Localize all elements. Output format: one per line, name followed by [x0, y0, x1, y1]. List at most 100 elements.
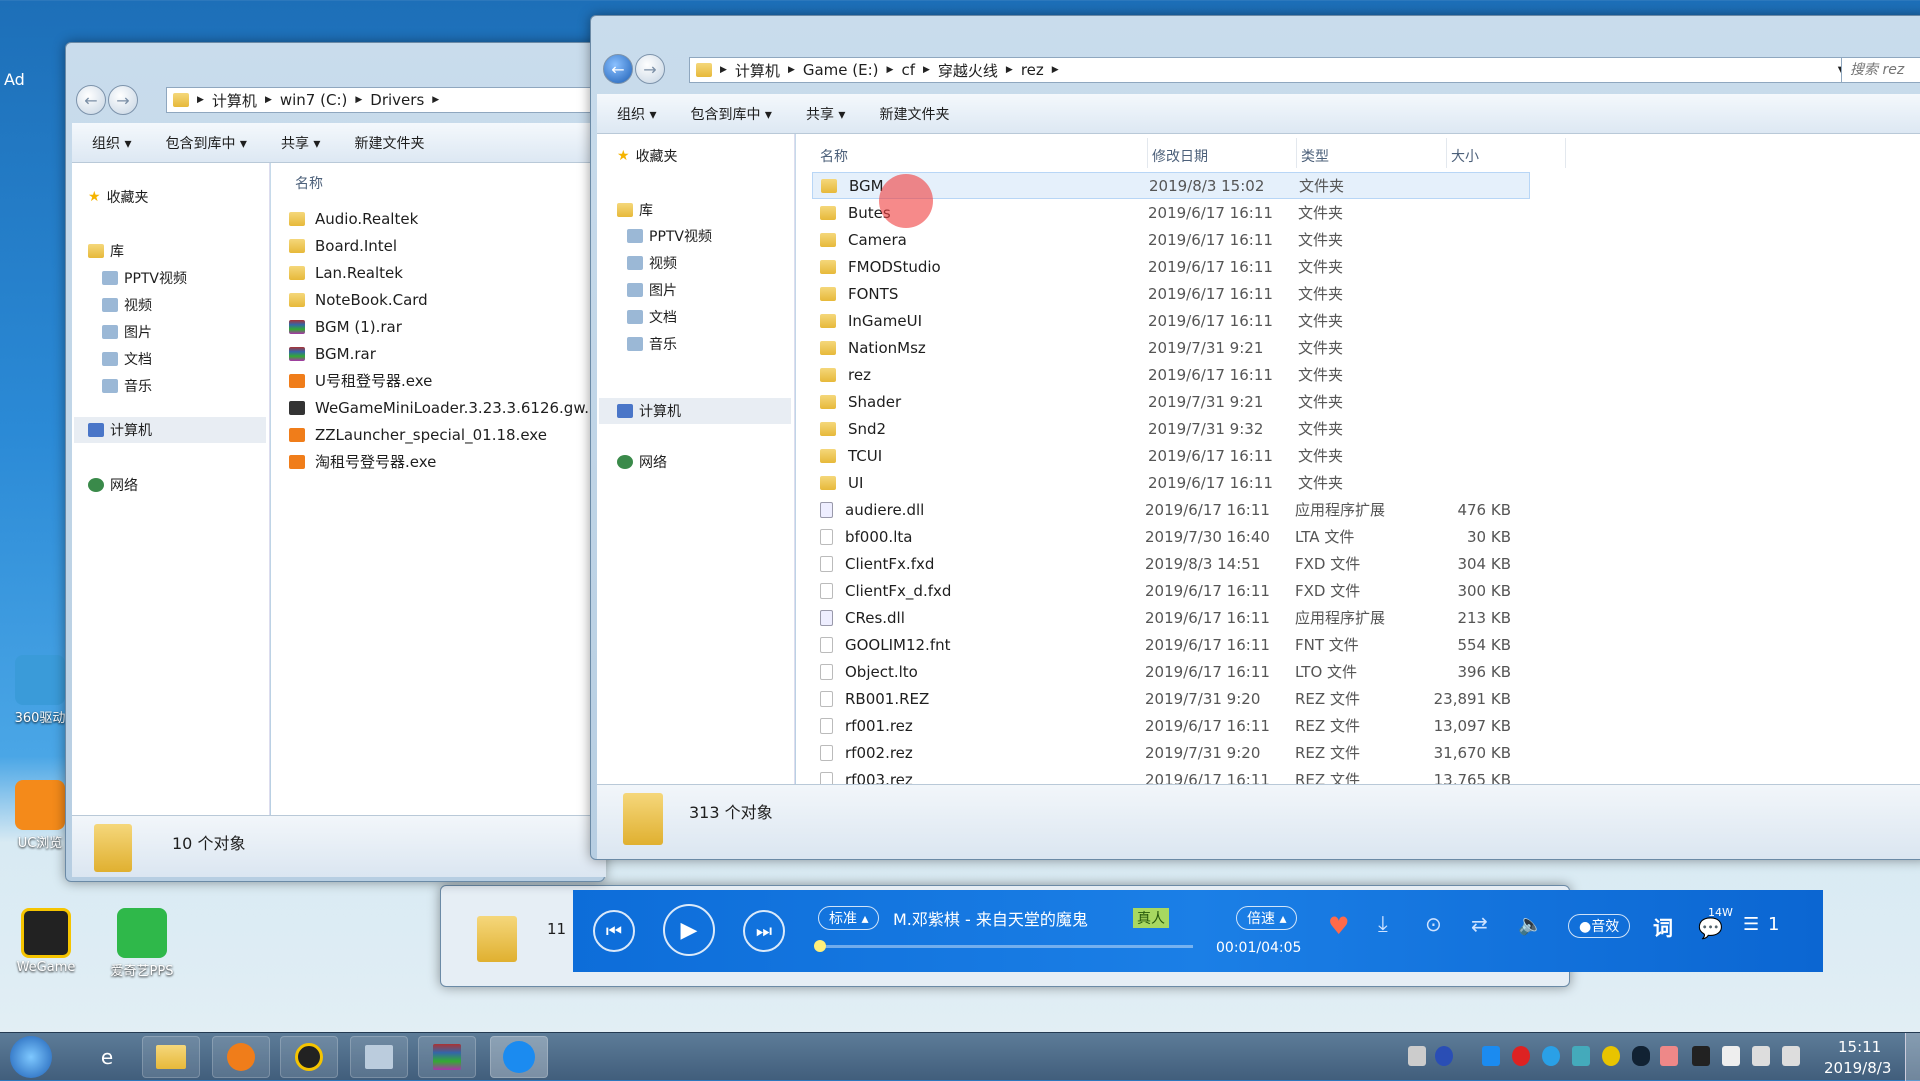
column-header-name[interactable]: 名称 [295, 173, 323, 193]
file-row[interactable]: UI 2019/6/17 16:11 文件夹 [812, 469, 1530, 496]
clock-date[interactable]: 2019/8/3 [1824, 1059, 1891, 1077]
nav-favorites[interactable]: ★ 收藏夹 [88, 187, 149, 207]
taskbar-notepad-icon[interactable] [350, 1036, 408, 1078]
file-row[interactable]: ClientFx.fxd 2019/8/3 14:51 FXD 文件 304 KB [812, 550, 1530, 577]
address-bar[interactable]: ▶ 计算机 ▶ win7 (C:) ▶ Drivers ▶ [166, 87, 616, 113]
start-button[interactable] [10, 1036, 52, 1078]
new-folder-button[interactable]: 新建文件夹 [879, 104, 949, 124]
file-row[interactable]: Camera 2019/6/17 16:11 文件夹 [812, 226, 1530, 253]
file-row[interactable]: ZZLauncher_special_01.18.exe [289, 421, 547, 448]
clock-time[interactable]: 15:11 [1838, 1038, 1881, 1056]
back-button[interactable]: ← [603, 54, 633, 84]
file-row[interactable]: ClientFx_d.fxd 2019/6/17 16:11 FXD 文件 300 K… [812, 577, 1530, 604]
file-row[interactable]: bf000.lta 2019/7/30 16:40 LTA 文件 30 KB [812, 523, 1530, 550]
file-row[interactable]: RB001.REZ 2019/7/31 9:20 REZ 文件 23,891 KB [812, 685, 1530, 712]
taskbar-kugou-icon[interactable] [490, 1036, 548, 1078]
breadcrumb-item[interactable]: cf [901, 61, 915, 79]
file-row[interactable]: rf003.rez 2019/6/17 16:11 REZ 文件 13,765 KB [812, 766, 1530, 784]
taskbar-wegame-icon[interactable] [280, 1036, 338, 1078]
file-row[interactable]: U号租登号器.exe [289, 367, 432, 394]
file-row[interactable]: GOOLIM12.fnt 2019/6/17 16:11 FNT 文件 554 KB [812, 631, 1530, 658]
file-row[interactable]: TCUI 2019/6/17 16:11 文件夹 [812, 442, 1530, 469]
column-header-type[interactable]: 类型 [1296, 138, 1329, 168]
favorite-heart-icon[interactable]: ♥ [1328, 912, 1350, 940]
tray-network-manager-icon[interactable] [1572, 1046, 1590, 1066]
nav-computer[interactable]: 计算机 [599, 398, 791, 424]
nav-library-item[interactable]: PPTV视频 [627, 226, 712, 246]
file-row[interactable]: NationMsz 2019/7/31 9:21 文件夹 [812, 334, 1530, 361]
nav-favorites[interactable]: ★ 收藏夹 [617, 146, 678, 166]
nav-library-item[interactable]: 图片 [102, 322, 152, 342]
file-row[interactable]: Snd2 2019/7/31 9:32 文件夹 [812, 415, 1530, 442]
previous-button[interactable]: ⏮ [593, 910, 635, 952]
tray-video-icon[interactable] [1542, 1046, 1560, 1066]
playlist-icon[interactable]: ☰ [1743, 914, 1759, 935]
nav-library-item[interactable]: 音乐 [627, 334, 677, 354]
file-row[interactable]: Lan.Realtek [289, 259, 403, 286]
show-desktop-button[interactable] [1905, 1033, 1920, 1081]
nav-library-item[interactable]: 视频 [627, 253, 677, 273]
download-icon[interactable]: ⤓ [1378, 912, 1388, 937]
file-row[interactable]: InGameUI 2019/6/17 16:11 文件夹 [812, 307, 1530, 334]
taskbar-uc-icon[interactable] [212, 1036, 270, 1078]
file-row[interactable]: Shader 2019/7/31 9:21 文件夹 [812, 388, 1530, 415]
progress-handle[interactable] [813, 940, 826, 952]
nav-library-item[interactable]: 文档 [102, 349, 152, 369]
tray-keyboard-icon[interactable] [1408, 1046, 1426, 1066]
file-row[interactable]: BGM (1).rar [289, 313, 402, 340]
volume-icon[interactable]: 🔈 [1518, 912, 1543, 936]
next-button[interactable]: ⏭ [743, 910, 785, 952]
file-row[interactable]: FMODStudio 2019/6/17 16:11 文件夹 [812, 253, 1530, 280]
file-row[interactable]: FONTS 2019/6/17 16:11 文件夹 [812, 280, 1530, 307]
tray-bluetooth-icon[interactable] [1632, 1046, 1650, 1066]
address-bar[interactable]: ▶ 计算机▶ Game (E:)▶ cf▶ 穿越火线▶ rez▶ ▼ ⇆ [689, 57, 1879, 83]
sound-effects-button[interactable]: ●音效 [1568, 914, 1631, 938]
explorer-window-drivers[interactable]: ← → ▶ 计算机 ▶ win7 (C:) ▶ Drivers ▶ 组织 ▾ 包含到库… [65, 42, 616, 882]
tray-power-icon[interactable] [1722, 1046, 1740, 1066]
file-row[interactable]: BGM.rar [289, 340, 376, 367]
tray-kugou-icon[interactable] [1482, 1046, 1500, 1066]
tray-antivirus-icon[interactable] [1512, 1046, 1530, 1066]
file-row[interactable]: Audio.Realtek [289, 205, 418, 232]
tray-signal-icon[interactable] [1782, 1046, 1800, 1066]
tray-volume-icon[interactable] [1752, 1046, 1770, 1066]
tray-speaker-icon[interactable] [1660, 1046, 1678, 1066]
breadcrumb-item[interactable]: Game (E:) [803, 61, 879, 79]
taskbar-explorer-icon[interactable] [142, 1036, 200, 1078]
voice-tag[interactable]: 真人 [1133, 908, 1169, 928]
back-button[interactable]: ← [76, 85, 106, 115]
column-header-name[interactable]: 名称 [820, 146, 848, 166]
file-row[interactable]: NoteBook.Card [289, 286, 428, 313]
nav-library-item[interactable]: 视频 [102, 295, 152, 315]
desktop-icon-iqiyi[interactable]: 爱奇艺PPS [102, 908, 182, 979]
breadcrumb-item[interactable]: 穿越火线 [938, 60, 998, 81]
file-row[interactable]: rf001.rez 2019/6/17 16:11 REZ 文件 13,097 KB [812, 712, 1530, 739]
nav-library-item[interactable]: 文档 [627, 307, 677, 327]
taskbar-ie-icon[interactable]: e [78, 1036, 136, 1078]
progress-track[interactable] [813, 940, 1193, 952]
forward-button[interactable]: → [108, 85, 138, 115]
tray-app-icon[interactable] [1692, 1046, 1710, 1066]
explorer-window-rez[interactable]: ← → ▶ 计算机▶ Game (E:)▶ cf▶ 穿越火线▶ rez▶ ▼ ⇆… [590, 15, 1920, 860]
breadcrumb-item[interactable]: rez [1021, 61, 1044, 79]
organize-button[interactable]: 组织 ▾ [617, 104, 656, 124]
taskbar-winrar-icon[interactable] [418, 1036, 476, 1078]
column-header-date[interactable]: 修改日期 [1147, 138, 1208, 168]
nav-library-item[interactable]: PPTV视频 [102, 268, 187, 288]
nav-library-item[interactable]: 音乐 [102, 376, 152, 396]
organize-button[interactable]: 组织 ▾ [92, 133, 131, 153]
nav-computer[interactable]: 计算机 [74, 417, 266, 443]
include-library-button[interactable]: 包含到库中 ▾ [690, 104, 771, 124]
tray-help-icon[interactable] [1435, 1046, 1453, 1066]
nav-network[interactable]: 网络 [617, 452, 667, 472]
nav-network[interactable]: 网络 [88, 475, 138, 495]
nav-libraries[interactable]: 库 [88, 241, 124, 261]
tray-wegame-icon[interactable] [1602, 1046, 1620, 1066]
comments-icon[interactable]: 💬 [1698, 916, 1723, 940]
search-input[interactable] [1841, 57, 1920, 83]
file-row[interactable]: 淘租号登号器.exe [289, 448, 436, 475]
repeat-icon[interactable]: ⇄ [1471, 912, 1488, 936]
include-library-button[interactable]: 包含到库中 ▾ [165, 133, 246, 153]
quality-selector[interactable]: 标准 ▴ [818, 906, 880, 930]
file-row[interactable]: rez 2019/6/17 16:11 文件夹 [812, 361, 1530, 388]
